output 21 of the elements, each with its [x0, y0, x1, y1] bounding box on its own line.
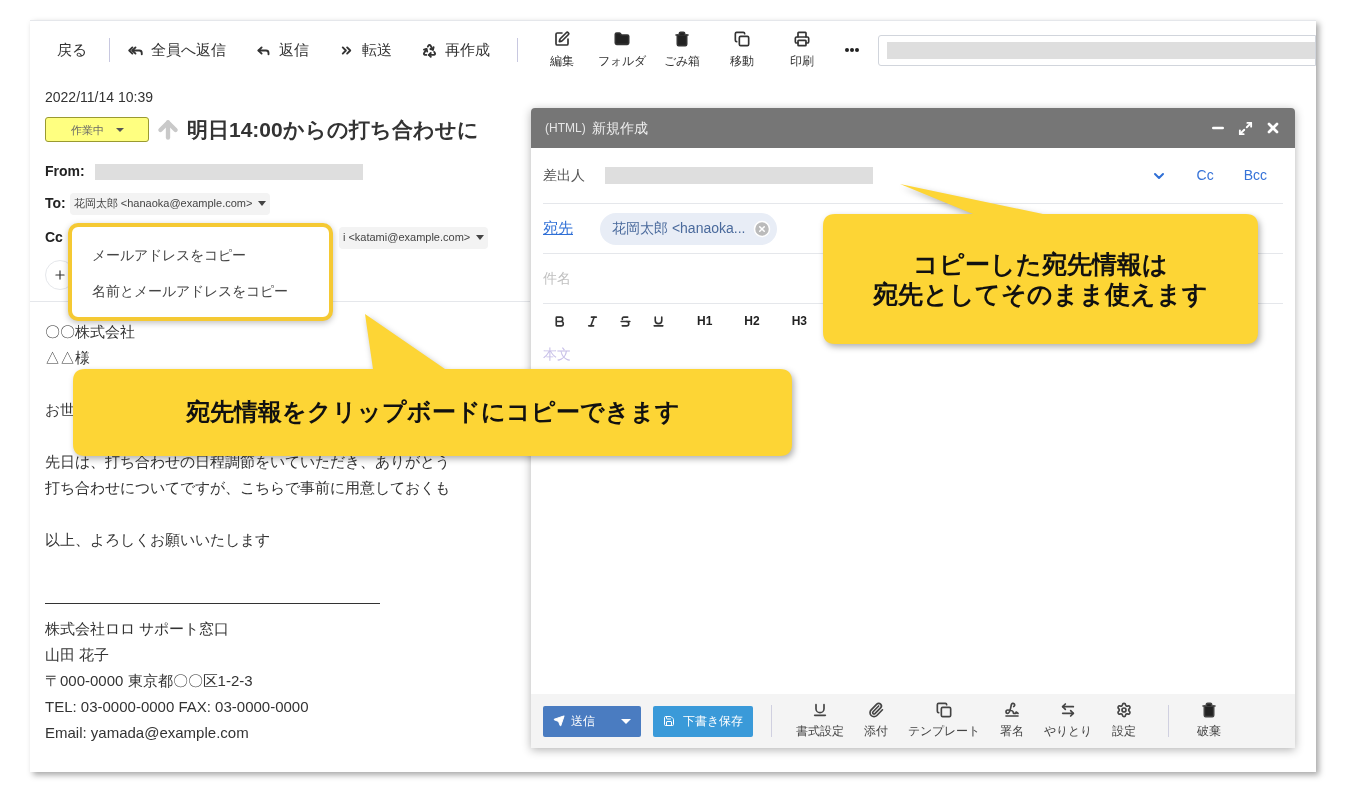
compose-title: 新規作成	[591, 118, 648, 138]
recipient-chip: 花岡太郎 <hanaoka...	[600, 212, 778, 245]
message-subject: 明日14:00からの打ち合わせに	[187, 117, 479, 143]
signature-text: 〒000-0000 東京都〇〇区1-2-3	[45, 670, 253, 691]
body-text: 〇〇株式会社	[45, 321, 135, 342]
callout-tooltip-text: 宛先情報をクリップボードにコピーできます	[185, 398, 680, 427]
body-text: 打ち合わせについてですが、こちらで事前に用意しておくも	[45, 477, 450, 498]
body-text: △△様	[45, 347, 90, 368]
field-label: 差出人	[543, 166, 586, 185]
message-date: 2022/11/14 10:39	[45, 88, 154, 107]
signature-text: TEL: 03-0000-0000 FAX: 03-0000-0000	[45, 696, 309, 717]
body-text: 以上、よろしくお願いいたします	[45, 529, 270, 550]
field-label: From:	[45, 162, 85, 181]
signature-text: Email: yamada@example.com	[45, 722, 249, 743]
callout-tooltip-text: コピーした宛先情報は 宛先としてそのまま使えます	[873, 249, 1208, 309]
body-text: お世	[45, 399, 75, 420]
signature-text: 株式会社ロロ サポート窓口	[45, 618, 230, 639]
signature-text: 山田 花子	[45, 644, 110, 665]
compose-format-label: (HTML)	[545, 120, 586, 137]
field-label: Cc	[45, 228, 63, 247]
field-label: To:	[45, 194, 66, 213]
